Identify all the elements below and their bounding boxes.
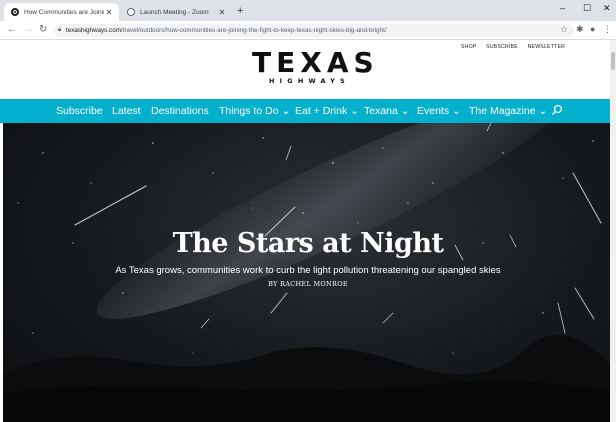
url-host: texashighways.com	[66, 27, 121, 34]
texas-highways-logo[interactable]: TEXAS HIGHWAYS	[252, 46, 379, 86]
browser-tabstrip: How Communities are Joining th ✕ Launch …	[0, 0, 616, 21]
lock-icon: 🔒︎	[58, 27, 62, 33]
nav-events[interactable]: Events ⌄	[417, 105, 461, 117]
article-byline: BY RACHEL MONROE	[268, 280, 348, 288]
newsletter-link[interactable]: NEWSLETTER	[528, 44, 565, 50]
nav-destinations[interactable]: Destinations	[151, 105, 209, 117]
subscribe-link[interactable]: SUBSCRIBE	[486, 44, 518, 50]
article-subtitle: As Texas grows, communities work to curb…	[115, 265, 501, 276]
nav-subscribe[interactable]: Subscribe	[56, 105, 103, 117]
minimize-icon[interactable]: –	[560, 3, 565, 13]
profile-icon[interactable]: ●	[590, 24, 595, 34]
tab-title: How Communities are Joining th	[24, 8, 104, 16]
utility-links: SHOP SUBSCRIBE NEWSLETTER	[461, 44, 573, 50]
nav-things-to-do[interactable]: Things to Do ⌄	[219, 105, 290, 117]
nav-texana[interactable]: Texana ⌄	[364, 105, 410, 117]
close-window-icon[interactable]: ✕	[603, 3, 611, 14]
tab-title: Launch Meeting - Zoom	[140, 8, 209, 16]
logo-main-text: TEXAS	[252, 46, 379, 79]
extensions-puzzle-icon[interactable]: ✱	[576, 24, 584, 35]
url-path: /travel/outdoors/how-communities-are-joi…	[120, 27, 387, 34]
address-bar[interactable]: 🔒︎ texashighways.com/travel/outdoors/how…	[54, 24, 574, 37]
bookmark-star-icon[interactable]: ☆	[560, 24, 568, 35]
browser-toolbar: ← → ↻ 🔒︎ texashighways.com/travel/outdoo…	[0, 21, 616, 40]
site-favicon-icon	[11, 8, 19, 16]
shop-link[interactable]: SHOP	[461, 44, 477, 50]
close-tab-icon[interactable]: ✕	[104, 8, 114, 17]
zoom-favicon-icon	[127, 8, 135, 16]
nav-latest[interactable]: Latest	[112, 105, 141, 117]
browser-tab-zoom[interactable]: Launch Meeting - Zoom ✕	[120, 3, 232, 21]
close-tab-icon[interactable]: ✕	[217, 8, 227, 17]
main-navbar: Subscribe Latest Destinations Things to …	[0, 99, 616, 123]
search-icon[interactable]	[551, 104, 563, 116]
reload-icon[interactable]: ↻	[39, 24, 47, 35]
maximize-icon[interactable]: ☐	[583, 3, 591, 14]
article-title: The Stars at Night	[172, 228, 444, 259]
page-scrollbar[interactable]	[610, 40, 616, 422]
browser-tab-active[interactable]: How Communities are Joining th ✕	[4, 3, 119, 21]
back-arrow-icon[interactable]: ←	[7, 24, 17, 35]
more-menu-icon[interactable]: ⋮	[603, 24, 612, 35]
nav-eat-drink[interactable]: Eat + Drink ⌄	[295, 105, 359, 117]
new-tab-button[interactable]: +	[237, 5, 243, 17]
nav-the-magazine[interactable]: The Magazine ⌄	[469, 105, 547, 117]
scrollbar-thumb[interactable]	[611, 52, 615, 70]
hero-image: The Stars at Night As Texas grows, commu…	[3, 123, 613, 422]
logo-sub-text: HIGHWAYS	[269, 77, 350, 85]
forward-arrow-icon[interactable]: →	[23, 24, 33, 35]
